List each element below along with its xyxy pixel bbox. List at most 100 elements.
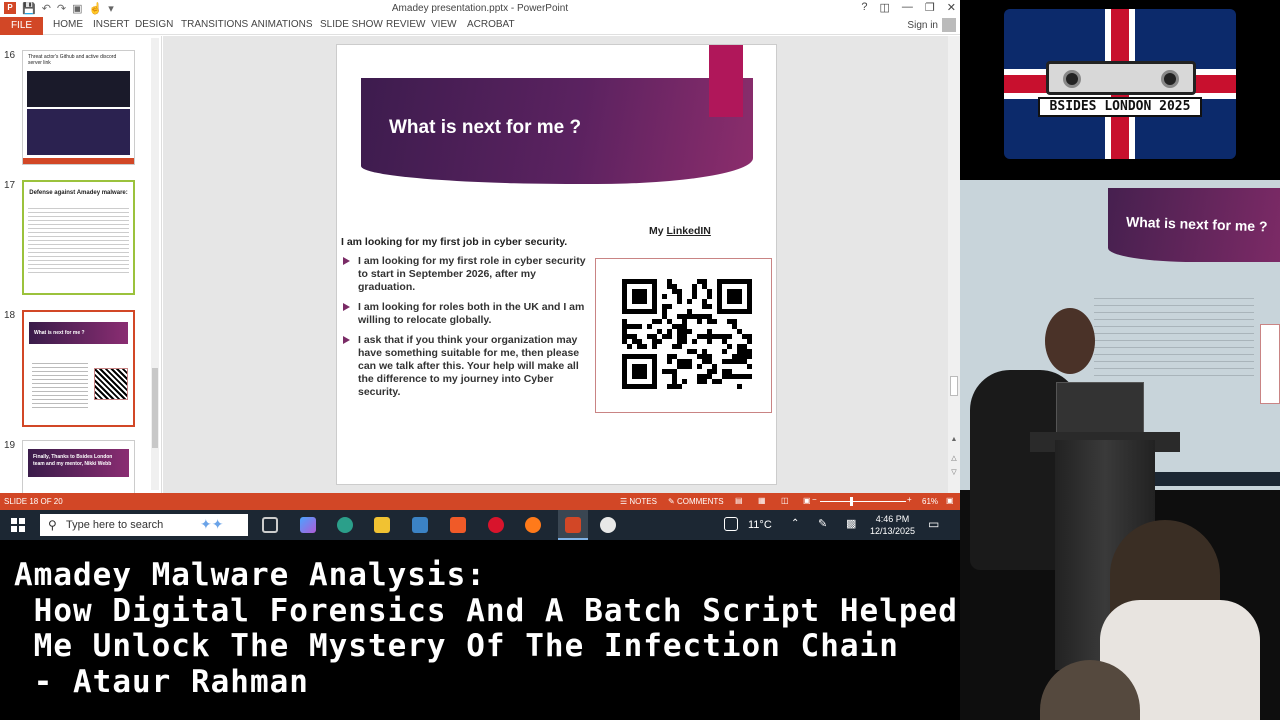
close-icon[interactable]: ✕ (947, 1, 956, 14)
help-button[interactable]: ? (861, 1, 867, 14)
start-button[interactable] (11, 518, 25, 532)
windows-taskbar: ⚲ Type here to search ✦✦ 11°C ⌃ ✎ ▩ 4:46… (0, 510, 960, 540)
weather-icon[interactable] (724, 517, 738, 531)
edge-icon[interactable] (337, 517, 353, 533)
ribbon-tabs: FILE HOME INSERT DESIGN TRANSITIONS ANIM… (0, 17, 960, 35)
reel-icon (1161, 70, 1179, 88)
speaker-head (1045, 308, 1095, 374)
slide-scrollbar-thumb[interactable] (950, 376, 958, 396)
linkedin-link[interactable]: LinkedIN (667, 225, 711, 237)
slide-lead-text[interactable]: I am looking for my first job in cyber s… (341, 236, 567, 248)
ribbon-display-options-icon[interactable]: ◫ (880, 1, 890, 14)
fit-to-window-icon[interactable]: ▣ (946, 496, 954, 505)
thumbnail-number: 19 (4, 440, 16, 451)
thumbnail-number: 18 (4, 310, 16, 321)
avatar[interactable] (942, 18, 956, 32)
taskbar-powerpoint-button[interactable] (558, 510, 588, 540)
reel-icon (1063, 70, 1081, 88)
thumbnail-title: Finally, Thanks to Bsides London team an… (28, 449, 129, 477)
tab-transitions[interactable]: TRANSITIONS (181, 19, 248, 30)
search-placeholder: Type here to search (66, 519, 164, 531)
pen-icon[interactable]: ✎ (818, 517, 827, 530)
comments-label: COMMENTS (676, 497, 724, 506)
temperature[interactable]: 11°C (748, 519, 772, 531)
linkedin-label: My LinkedIN (649, 225, 711, 237)
thumbnail-footer-bar (23, 158, 134, 164)
tab-design[interactable]: DESIGN (135, 19, 173, 30)
previous-slide-icon[interactable]: △ (948, 454, 960, 462)
thumbnail-scrollbar-thumb[interactable] (152, 368, 158, 448)
sign-in-link[interactable]: Sign in (907, 20, 938, 31)
system-clock[interactable]: 4:46 PM 12/13/2025 (870, 513, 915, 537)
powerpoint-window: P 💾 ↶ ↷ ▣ ☝ ▾ Amadey presentation.pptx -… (0, 0, 960, 510)
sparkle-icon: ✦✦ (200, 516, 224, 532)
bullet-item: I am looking for my first role in cyber … (341, 255, 591, 294)
file-explorer-icon[interactable] (374, 517, 390, 533)
show-hidden-icons-icon[interactable]: ⌃ (791, 518, 799, 529)
tab-home[interactable]: HOME (53, 19, 83, 30)
slack-icon[interactable] (600, 517, 616, 533)
network-icon[interactable]: ▩ (846, 517, 856, 530)
tab-animations[interactable]: ANIMATIONS (251, 19, 312, 30)
tab-view[interactable]: VIEW (431, 19, 457, 30)
bullet-item: I am looking for roles both in the UK an… (341, 301, 591, 327)
copilot-icon[interactable] (300, 517, 316, 533)
reading-view-icon[interactable]: ◫ (781, 496, 789, 505)
thumbnail-title: Threat actor's Github and active discord… (28, 54, 117, 66)
slide-thumbnail-19[interactable]: Finally, Thanks to Bsides London team an… (22, 440, 135, 493)
zoom-in-icon[interactable]: + (907, 495, 912, 504)
bullet-text: I ask that if you think your organizatio… (358, 334, 580, 398)
minimize-icon[interactable]: — (902, 1, 913, 14)
current-slide[interactable]: What is next for me ? I am looking for m… (336, 44, 777, 485)
task-view-icon[interactable] (262, 517, 278, 533)
normal-view-icon[interactable]: ▤ (735, 496, 743, 505)
thumbnail-text-lines (32, 360, 88, 410)
zoom-out-icon[interactable]: − (812, 495, 817, 504)
restore-icon[interactable]: ❐ (925, 1, 935, 14)
slide-sorter-icon[interactable]: ▦ (758, 496, 766, 505)
slide-thumbnail-17[interactable]: Defense against Amadey malware: (22, 180, 135, 295)
notification-icon[interactable]: ▭ (928, 517, 939, 531)
tab-file[interactable]: FILE (0, 17, 43, 35)
tab-acrobat[interactable]: ACROBAT (467, 19, 515, 30)
bullet-list[interactable]: I am looking for my first role in cyber … (341, 255, 591, 406)
arrow-bullet-icon (343, 257, 350, 265)
next-slide-icon[interactable]: ▽ (948, 468, 960, 476)
cassette-window (1046, 61, 1196, 95)
speaker-video-feed: BSIDES LONDON 2025 What is next for me ? (960, 0, 1280, 720)
slide-thumbnail-18[interactable]: What is next for me ? (22, 310, 135, 427)
thumbnail-screenshot (27, 71, 130, 107)
clock-date: 12/13/2025 (870, 526, 916, 536)
tab-insert[interactable]: INSERT (93, 19, 130, 30)
store-icon[interactable] (412, 517, 428, 533)
scroll-up-arrow-icon[interactable]: ▲ (948, 436, 960, 443)
opera-icon[interactable] (488, 517, 504, 533)
zoom-level[interactable]: 61% (922, 497, 938, 506)
bsides-london-logo: BSIDES LONDON 2025 (1004, 9, 1236, 159)
firefox-icon[interactable] (525, 517, 541, 533)
thumbnail-scrollbar[interactable] (151, 38, 159, 490)
screen-qr-code (1260, 324, 1280, 404)
thumbnail-title: What is next for me ? (29, 322, 128, 344)
zoom-slider[interactable] (820, 501, 906, 502)
thumbnail-title: Defense against Amadey malware: (29, 190, 128, 196)
comments-button[interactable]: ✎ COMMENTS (668, 497, 724, 506)
status-bar: SLIDE 18 OF 20 ☰ NOTES ✎ COMMENTS ▤ ▦ ◫ … (0, 493, 960, 510)
laptop (1056, 382, 1144, 438)
brave-icon[interactable] (450, 517, 466, 533)
qr-code-frame[interactable] (595, 258, 772, 413)
slide-title[interactable]: What is next for me ? (389, 117, 581, 139)
bullet-text: I am looking for roles both in the UK an… (358, 301, 585, 326)
caption-line: Me Unlock The Mystery Of The Infection C… (14, 628, 899, 664)
thumbnail-number: 17 (4, 180, 16, 191)
taskbar-search-box[interactable]: ⚲ Type here to search ✦✦ (40, 514, 248, 536)
notes-button[interactable]: ☰ NOTES (620, 497, 657, 506)
tab-review[interactable]: REVIEW (386, 19, 425, 30)
zoom-slider-handle[interactable] (850, 497, 853, 506)
thumbnail-qr-code (94, 368, 128, 400)
slide-vertical-scrollbar[interactable]: ▲ △ ▽ (948, 36, 960, 493)
slideshow-view-icon[interactable]: ▣ (803, 496, 811, 505)
slide-thumbnail-16[interactable]: Threat actor's Github and active discord… (22, 50, 135, 165)
tab-slide-show[interactable]: SLIDE SHOW (320, 19, 383, 30)
screen-slide-text (1094, 292, 1254, 382)
